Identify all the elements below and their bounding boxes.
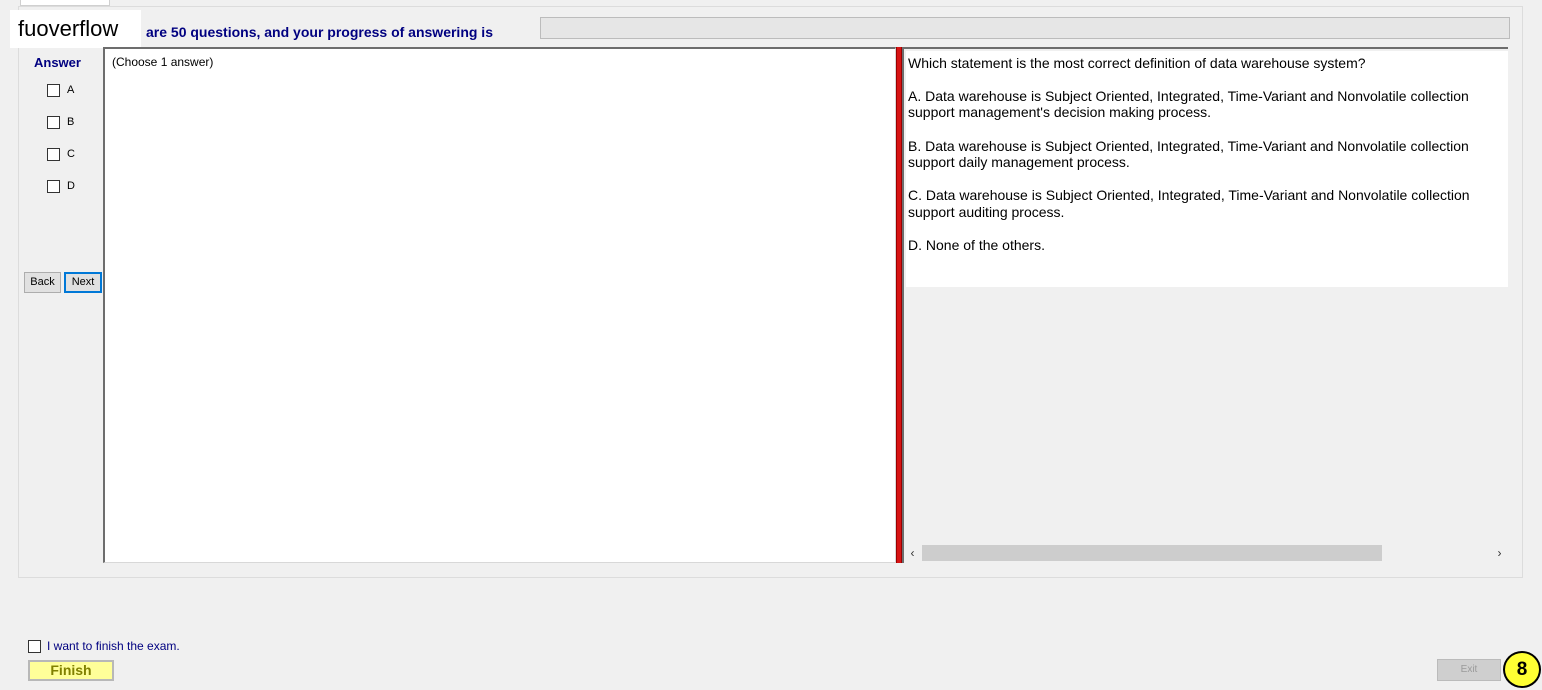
option-c-label: C bbox=[67, 148, 75, 160]
checkbox-a[interactable] bbox=[47, 83, 60, 97]
scroll-right-icon[interactable]: › bbox=[1491, 545, 1508, 563]
option-d-label: D bbox=[67, 180, 75, 192]
option-d[interactable]: D bbox=[47, 178, 75, 194]
checkbox-c[interactable] bbox=[47, 147, 60, 161]
answer-heading: Answer bbox=[34, 55, 81, 70]
choice-b-line1: B. Data warehouse is Subject Oriented, I… bbox=[908, 138, 1469, 154]
option-c[interactable]: C bbox=[47, 146, 75, 162]
answer-text-pane[interactable]: (Choose 1 answer) bbox=[103, 47, 896, 563]
choice-d-line: D. None of the others. bbox=[908, 237, 1045, 253]
choice-a-line2: support management's decision making pro… bbox=[908, 104, 1212, 120]
finish-exam-label: I want to finish the exam. bbox=[47, 639, 180, 653]
checkbox-d[interactable] bbox=[47, 179, 60, 193]
question-pane[interactable]: Which statement is the most correct defi… bbox=[902, 47, 1508, 545]
finish-button[interactable]: Finish bbox=[28, 660, 114, 681]
question-text: Which statement is the most correct defi… bbox=[908, 55, 1366, 71]
exit-button[interactable]: Exit bbox=[1437, 659, 1501, 681]
horizontal-scrollbar[interactable]: ‹ › bbox=[902, 545, 1508, 563]
scroll-left-icon[interactable]: ‹ bbox=[904, 545, 921, 563]
choice-c-line1: C. Data warehouse is Subject Oriented, I… bbox=[908, 187, 1470, 203]
question-box: Which statement is the most correct defi… bbox=[906, 51, 1508, 287]
progress-text: are 50 questions, and your progress of a… bbox=[146, 24, 493, 40]
watermark-logo: fuoverflow bbox=[10, 10, 141, 48]
next-button[interactable]: Next bbox=[64, 272, 102, 293]
finish-exam-checkbox[interactable] bbox=[28, 639, 41, 653]
finish-exam-checkbox-row[interactable]: I want to finish the exam. bbox=[28, 639, 180, 653]
option-b[interactable]: B bbox=[47, 114, 74, 130]
choice-c-line2: support auditing process. bbox=[908, 204, 1065, 220]
choose-instruction: (Choose 1 answer) bbox=[112, 55, 214, 69]
choice-b-line2: support daily management process. bbox=[908, 154, 1130, 170]
option-a-label: A bbox=[67, 84, 75, 96]
choice-a-line1: A. Data warehouse is Subject Oriented, I… bbox=[908, 88, 1469, 104]
option-b-label: B bbox=[67, 116, 75, 128]
back-button[interactable]: Back bbox=[24, 272, 61, 293]
number-badge: 8 bbox=[1503, 651, 1541, 688]
progress-bar bbox=[540, 17, 1510, 39]
checkbox-b[interactable] bbox=[47, 115, 60, 129]
option-a[interactable]: A bbox=[47, 82, 74, 98]
scroll-thumb[interactable] bbox=[922, 545, 1382, 561]
